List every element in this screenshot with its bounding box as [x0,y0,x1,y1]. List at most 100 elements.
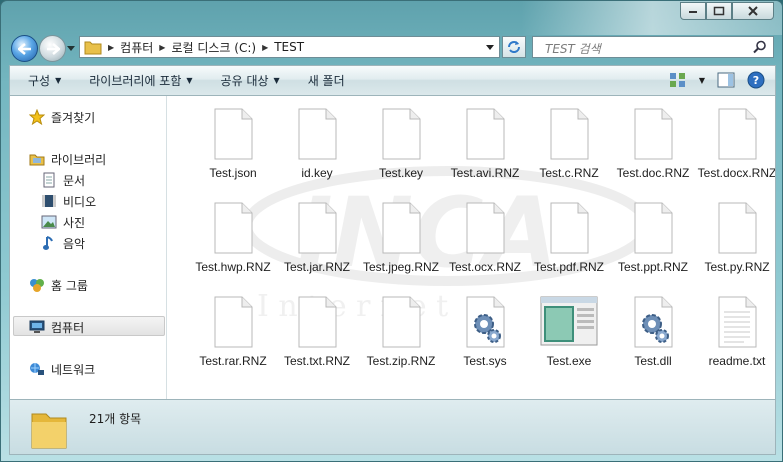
breadcrumb-local-disk[interactable]: 로컬 디스크 (C:) [171,39,256,56]
file-item[interactable]: Test.c.RNZ [527,108,611,180]
nav-network[interactable]: 네트워크 [28,360,95,378]
nav-videos[interactable]: 비디오 [40,192,96,210]
application-icon [527,296,611,348]
file-item[interactable]: Test.jpeg.RNZ [359,202,443,274]
maximize-icon [713,6,725,16]
organize-menu[interactable]: 구성 ▼ [28,72,61,89]
nav-pictures[interactable]: 사진 [40,213,85,231]
file-item[interactable]: Test.jar.RNZ [275,202,359,274]
blank-file-icon [527,202,611,254]
item-count: 21개 항목 [89,412,142,426]
breadcrumb-separator: ▶ [108,42,115,52]
back-button[interactable] [11,35,38,62]
share-with-menu[interactable]: 공유 대상 ▼ [221,72,280,89]
preview-pane-icon[interactable] [717,72,735,88]
nav-music-label: 음악 [63,236,86,251]
blank-file-icon [611,108,695,160]
back-arrow-icon [17,42,31,55]
file-name: Test.sys [463,354,507,368]
file-name: Test.ocx.RNZ [448,260,521,274]
file-item[interactable]: Test.ocx.RNZ [443,202,527,274]
breadcrumb-separator: ▶ [262,42,269,52]
file-item[interactable]: Test.sys [443,296,527,368]
file-name: Test.exe [546,354,592,368]
refresh-icon [508,41,520,53]
file-item[interactable]: Test.pdf.RNZ [527,202,611,274]
command-bar: 구성 ▼ 라이브러리에 포함 ▼ 공유 대상 ▼ 새 폴더 ▼ ? [9,65,776,96]
file-name: readme.txt [708,354,766,368]
nav-libraries[interactable]: 라이브러리 [28,150,106,168]
new-folder-button[interactable]: 새 폴더 [308,72,345,89]
svg-text:?: ? [753,74,759,87]
file-item[interactable]: Test.hwp.RNZ [191,202,275,274]
recent-pages-dropdown-icon[interactable] [67,43,75,53]
file-name: Test.doc.RNZ [616,166,690,180]
nav-documents-label: 문서 [63,173,86,188]
close-button[interactable] [732,2,774,20]
maximize-button[interactable] [706,2,732,20]
file-name: Test.hwp.RNZ [195,260,271,274]
refresh-button[interactable] [502,36,526,58]
file-item[interactable]: Test.txt.RNZ [275,296,359,368]
file-name: Test.rar.RNZ [199,354,267,368]
search-icon[interactable] [753,40,767,54]
explorer-window: ▶ 컴퓨터 ▶ 로컬 디스크 (C:) ▶ TEST TEST 검색 구성 ▼ 라… [0,0,783,462]
blank-file-icon [359,296,443,348]
view-controls: ▼ ? [669,71,765,89]
nav-homegroup[interactable]: 홈 그룹 [28,276,88,294]
nav-music[interactable]: 음악 [40,234,85,252]
blank-file-icon [527,108,611,160]
blank-file-icon [695,108,775,160]
address-bar[interactable]: ▶ 컴퓨터 ▶ 로컬 디스크 (C:) ▶ TEST [79,36,500,58]
organize-label: 구성 [28,74,51,88]
file-name: Test.zip.RNZ [366,354,436,368]
file-item[interactable]: Test.zip.RNZ [359,296,443,368]
folder-icon [84,41,102,55]
file-item[interactable]: Test.doc.RNZ [611,108,695,180]
file-name: Test.dll [634,354,672,368]
breadcrumb-computer[interactable]: 컴퓨터 [120,39,153,56]
file-item[interactable]: Test.docx.RNZ [695,108,775,180]
music-icon [40,235,58,251]
include-in-library-menu[interactable]: 라이브러리에 포함 ▼ [89,72,192,89]
file-list-pane: INCA I n t e r n e t Test.json id.key Test… [167,96,776,399]
computer-icon [28,319,46,335]
view-dropdown-icon[interactable]: ▼ [699,76,705,85]
file-item[interactable]: id.key [275,108,359,180]
chevron-down-icon: ▼ [186,76,193,85]
blank-file-icon [275,202,359,254]
file-item[interactable]: Test.avi.RNZ [443,108,527,180]
file-item[interactable]: readme.txt [695,296,775,368]
nav-libraries-label: 라이브러리 [51,152,107,167]
blank-file-icon [191,202,275,254]
file-item[interactable]: Test.ppt.RNZ [611,202,695,274]
include-library-label: 라이브러리에 포함 [89,74,182,88]
minimize-button[interactable] [680,2,706,20]
blank-file-icon [611,202,695,254]
help-icon[interactable]: ? [747,71,765,89]
nav-favorites[interactable]: 즐겨찾기 [28,108,95,126]
minimize-icon [689,11,697,13]
file-item[interactable]: Test.rar.RNZ [191,296,275,368]
file-item[interactable]: Test.key [359,108,443,180]
blank-file-icon [191,296,275,348]
file-item[interactable]: Test.json [191,108,275,180]
chevron-down-icon: ▼ [55,76,62,85]
file-item[interactable]: Test.exe [527,296,611,368]
change-view-icon[interactable] [669,72,687,88]
file-item[interactable]: Test.py.RNZ [695,202,775,274]
file-name: Test.txt.RNZ [283,354,350,368]
search-box[interactable]: TEST 검색 [532,36,774,58]
nav-network-label: 네트워크 [51,362,96,377]
address-dropdown-icon[interactable] [486,45,494,51]
file-name: Test.json [209,166,257,180]
breadcrumb-test[interactable]: TEST [274,40,304,54]
file-name: Test.pdf.RNZ [533,260,605,274]
share-with-label: 공유 대상 [220,74,269,88]
nav-documents[interactable]: 문서 [40,171,85,189]
file-item[interactable]: Test.dll [611,296,695,368]
details-pane: 21개 항목 [9,399,776,455]
forward-button[interactable] [39,35,66,62]
file-name: Test.ppt.RNZ [617,260,689,274]
nav-computer[interactable]: 컴퓨터 [28,318,84,336]
